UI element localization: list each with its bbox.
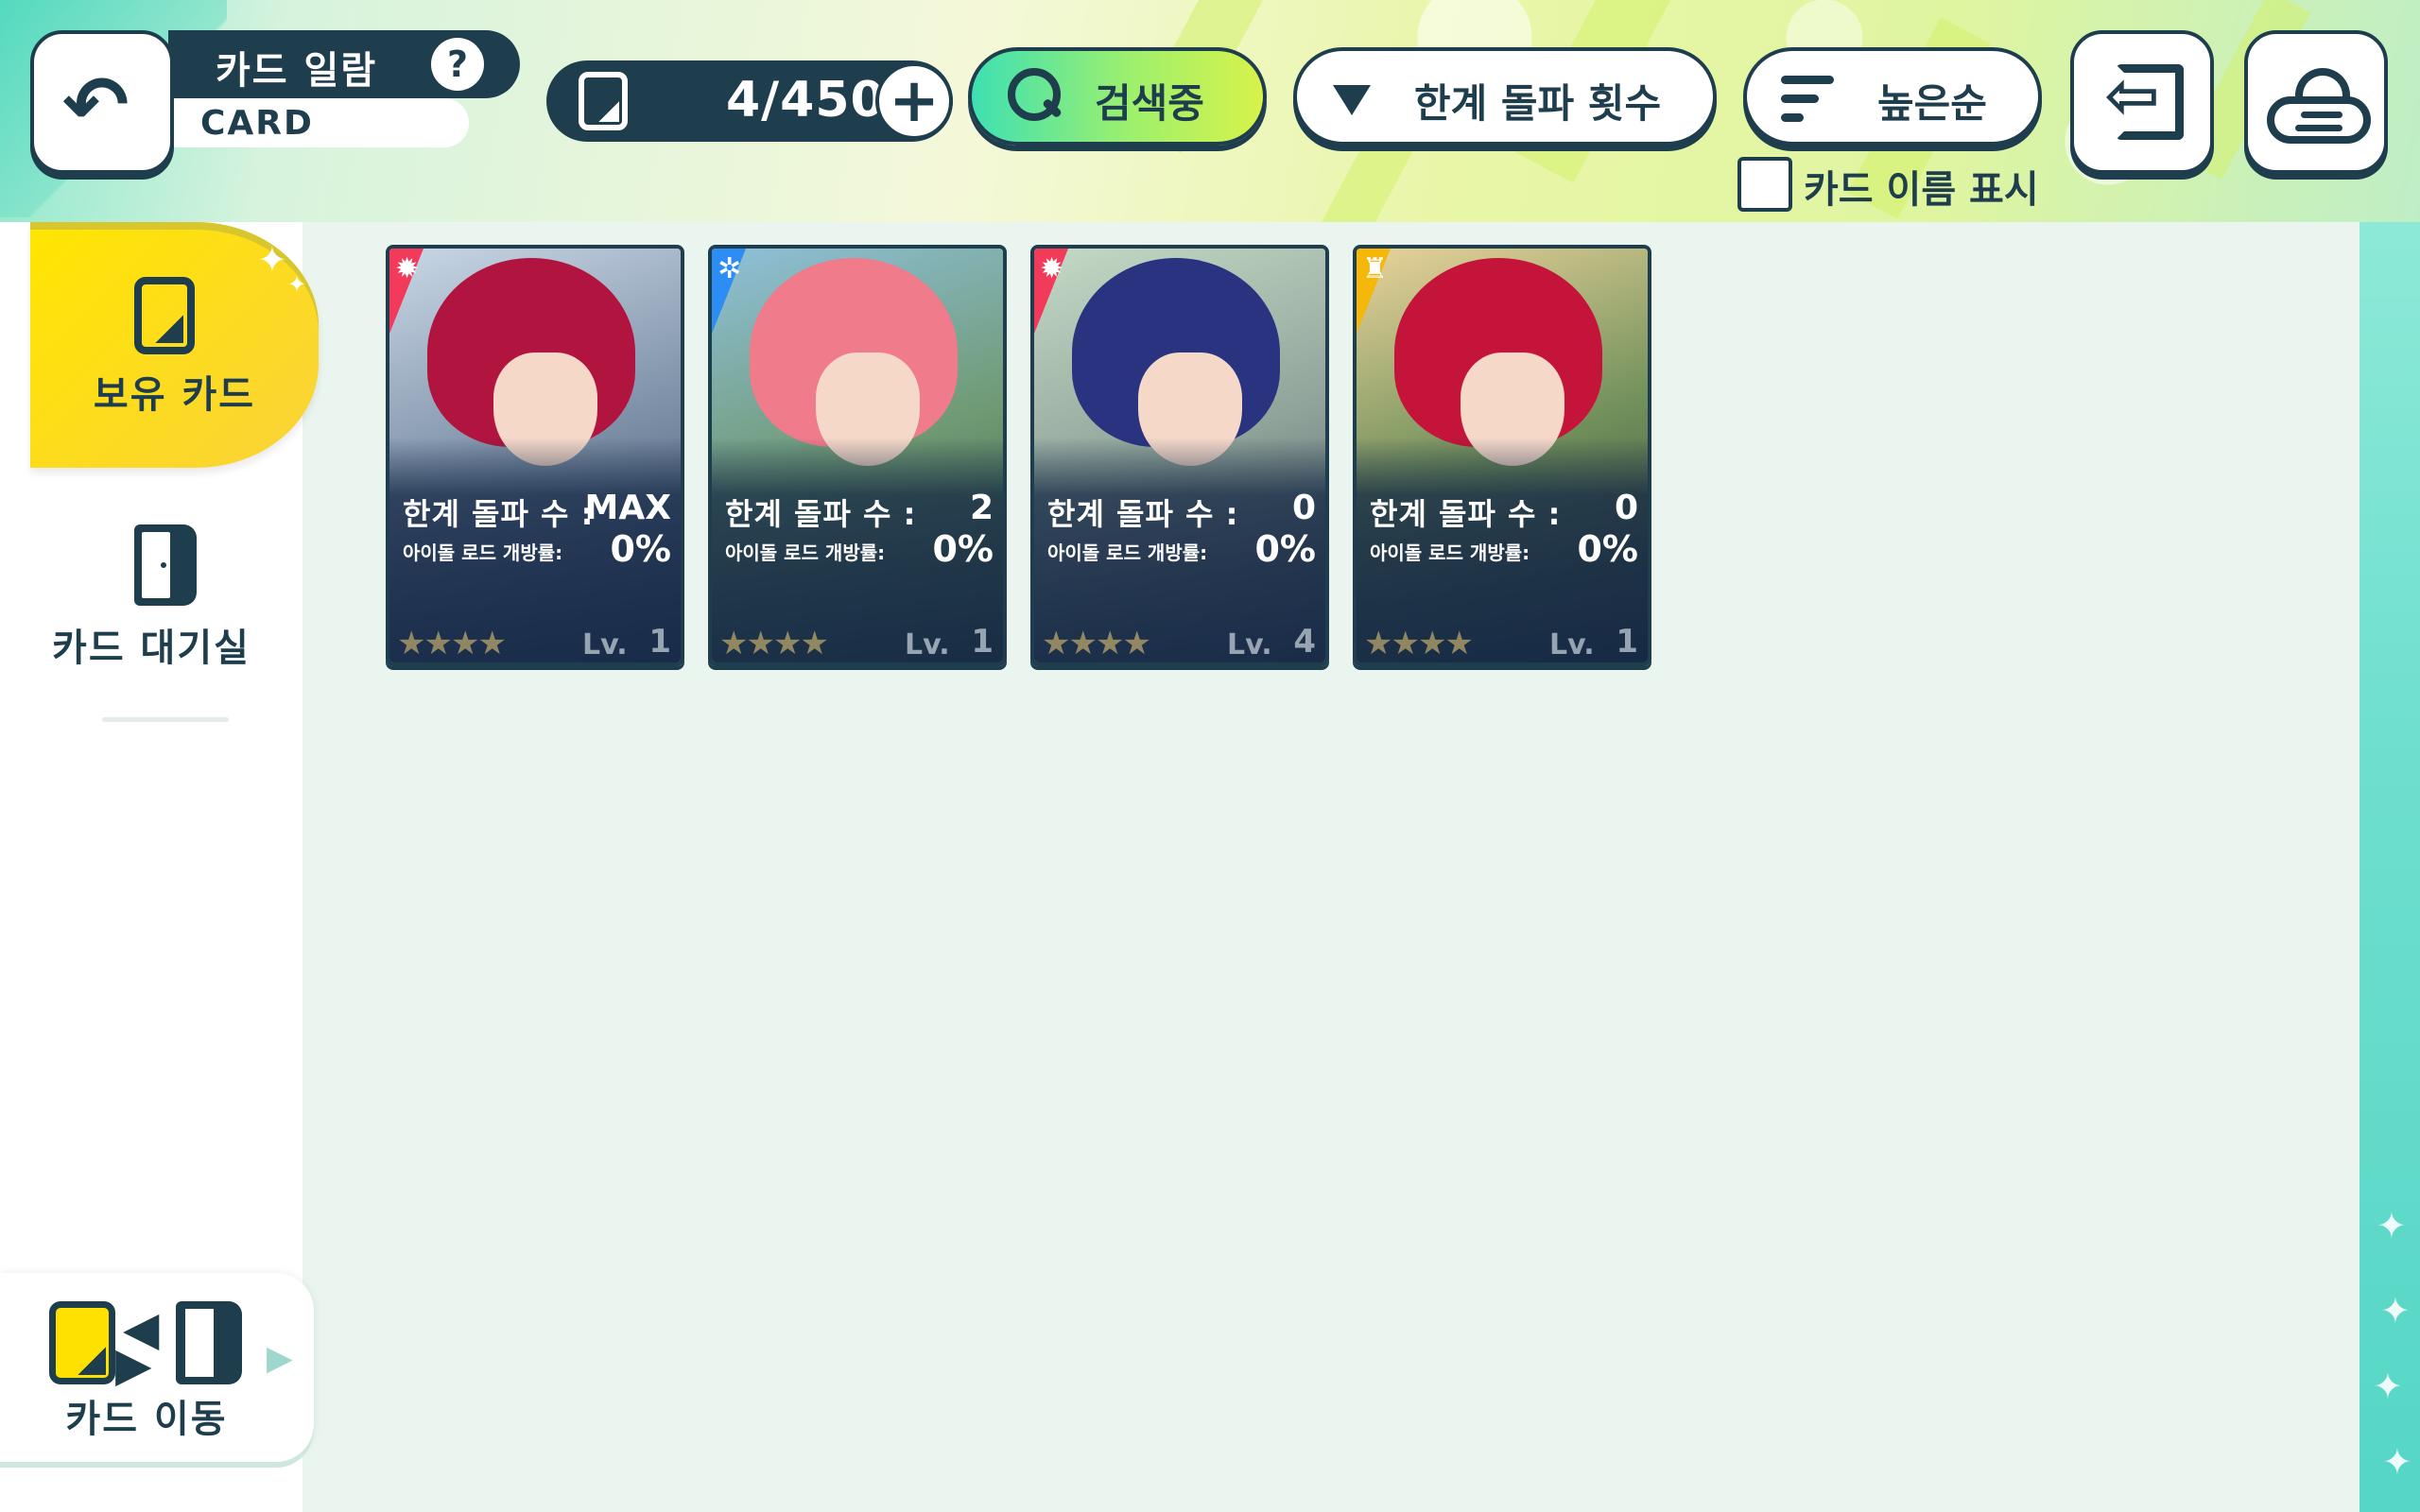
sidebar-item-owned-cards[interactable]: ✦ ✦ 보유 카드 — [30, 222, 319, 468]
level-label: Lv. — [1227, 628, 1272, 662]
sparkle-icon: ✦ — [2380, 1290, 2411, 1332]
sparkle-icon: ✦ — [2377, 1205, 2407, 1246]
cloud-sync-button[interactable] — [2244, 30, 2388, 174]
idol-road-label: 아이돌 로드 개방률: — [403, 541, 563, 564]
card-move-icon: ◀ ▶ — [49, 1301, 248, 1392]
card-move-label: 카드 이동 — [65, 1398, 228, 1441]
page-title: 카드 일람 — [216, 49, 378, 93]
search-button[interactable]: 검색중 — [968, 47, 1267, 146]
idol-road-value: 0% — [932, 528, 994, 570]
attribute-icon: ✹ — [395, 252, 420, 285]
filter-button[interactable]: 한계 돌파 횟수 — [1293, 47, 1717, 146]
sparkle-icon: ✦ — [257, 239, 287, 281]
limit-break-value: 0 — [1291, 489, 1316, 527]
card-icon — [134, 277, 195, 354]
attribute-icon: ✹ — [1040, 252, 1064, 285]
limit-break-label: 한계 돌파 수 : — [403, 496, 595, 532]
right-decoration-strip: ✦ ✦ ✦ ✦ — [2360, 222, 2420, 1512]
card-item[interactable]: ♜ 한계 돌파 수 : 0 아이돌 로드 개방률: 0% ★★★★ Lv. 1 — [1353, 245, 1651, 666]
rarity-stars: ★★★★ — [1042, 625, 1151, 662]
expand-capacity-button[interactable]: + — [875, 62, 953, 140]
attribute-icon: ♜ — [1362, 252, 1388, 285]
search-icon — [1008, 68, 1061, 121]
level-value: 1 — [971, 623, 994, 661]
limit-break-value: 2 — [969, 489, 994, 527]
sort-label: 높은순 — [1877, 80, 1987, 127]
filter-icon — [1333, 85, 1371, 115]
sparkle-icon: ✦ — [2373, 1366, 2403, 1407]
limit-break-label: 한계 돌파 수 : — [1047, 496, 1239, 532]
exit-arrow-icon: ⇦ — [2104, 57, 2160, 134]
sidebar-item-card-waiting-room[interactable]: 카드 대기실 — [0, 524, 302, 670]
idol-road-label: 아이돌 로드 개방률: — [725, 541, 886, 564]
limit-break-value: MAX — [584, 489, 671, 527]
level-label: Lv. — [1549, 628, 1595, 662]
sparkle-icon: ✦ — [2382, 1441, 2412, 1483]
filter-label: 한계 돌파 횟수 — [1414, 80, 1662, 127]
sparkle-icon: ✦ — [287, 271, 307, 298]
card-item[interactable]: ✲ 한계 돌파 수 : 2 아이돌 로드 개방률: 0% ★★★★ Lv. 1 — [708, 245, 1007, 666]
rarity-stars: ★★★★ — [1364, 625, 1474, 662]
show-card-names-checkbox[interactable] — [1737, 157, 1792, 212]
exit-button[interactable]: ⇦ — [2070, 30, 2214, 174]
show-card-names-label: 카드 이름 표시 — [1804, 168, 2039, 212]
page-title-bar: 카드 일람 ? — [168, 30, 520, 98]
limit-break-label: 한계 돌파 수 : — [725, 496, 917, 532]
level-value: 4 — [1293, 623, 1316, 661]
card-icon — [49, 1301, 115, 1384]
door-icon — [134, 524, 197, 606]
sort-icon — [1781, 76, 1838, 123]
expand-arrow-icon: ▶ — [267, 1339, 293, 1378]
door-icon — [176, 1301, 242, 1384]
limit-break-value: 0 — [1614, 489, 1638, 527]
idol-road-value: 0% — [1577, 528, 1638, 570]
sidebar-item-label: 카드 대기실 — [52, 627, 251, 670]
card-item[interactable]: ✹ 한계 돌파 수 : MAX 아이돌 로드 개방률: 0% ★★★★ Lv. … — [386, 245, 684, 666]
card-move-button[interactable]: ◀ ▶ 카드 이동 ▶ — [0, 1273, 314, 1462]
cloud-icon — [2267, 68, 2371, 144]
sidebar-item-label: 보유 카드 — [93, 373, 256, 417]
page-subtitle: CARD — [200, 104, 314, 143]
card-grid: ✹ 한계 돌파 수 : MAX 아이돌 로드 개방률: 0% ★★★★ Lv. … — [302, 222, 2360, 1512]
card-item[interactable]: ✹ 한계 돌파 수 : 0 아이돌 로드 개방률: 0% ★★★★ Lv. 4 — [1030, 245, 1329, 666]
sidebar-divider — [102, 717, 229, 722]
search-label: 검색중 — [1095, 80, 1204, 127]
rarity-stars: ★★★★ — [719, 625, 829, 662]
attribute-icon: ✲ — [717, 252, 742, 285]
back-button[interactable]: ↶ — [30, 30, 174, 174]
limit-break-label: 한계 돌파 수 : — [1370, 496, 1562, 532]
level-value: 1 — [648, 623, 671, 661]
sort-order-button[interactable]: 높은순 — [1743, 47, 2042, 146]
level-label: Lv. — [582, 628, 628, 662]
rarity-stars: ★★★★ — [397, 625, 507, 662]
idol-road-label: 아이돌 로드 개방률: — [1047, 541, 1208, 564]
back-arrow-icon: ↶ — [62, 59, 130, 151]
idol-road-label: 아이돌 로드 개방률: — [1370, 541, 1530, 564]
arrow-right-icon: ▶ — [115, 1337, 152, 1392]
idol-road-value: 0% — [610, 528, 671, 570]
page-subtitle-bar: CARD — [168, 98, 469, 147]
help-button[interactable]: ? — [431, 38, 484, 91]
card-count-display: 4/450 + — [546, 60, 953, 142]
card-count: 4/450 — [726, 72, 886, 129]
level-label: Lv. — [905, 628, 950, 662]
idol-road-value: 0% — [1254, 528, 1316, 570]
card-icon — [579, 72, 628, 130]
level-value: 1 — [1616, 623, 1638, 661]
